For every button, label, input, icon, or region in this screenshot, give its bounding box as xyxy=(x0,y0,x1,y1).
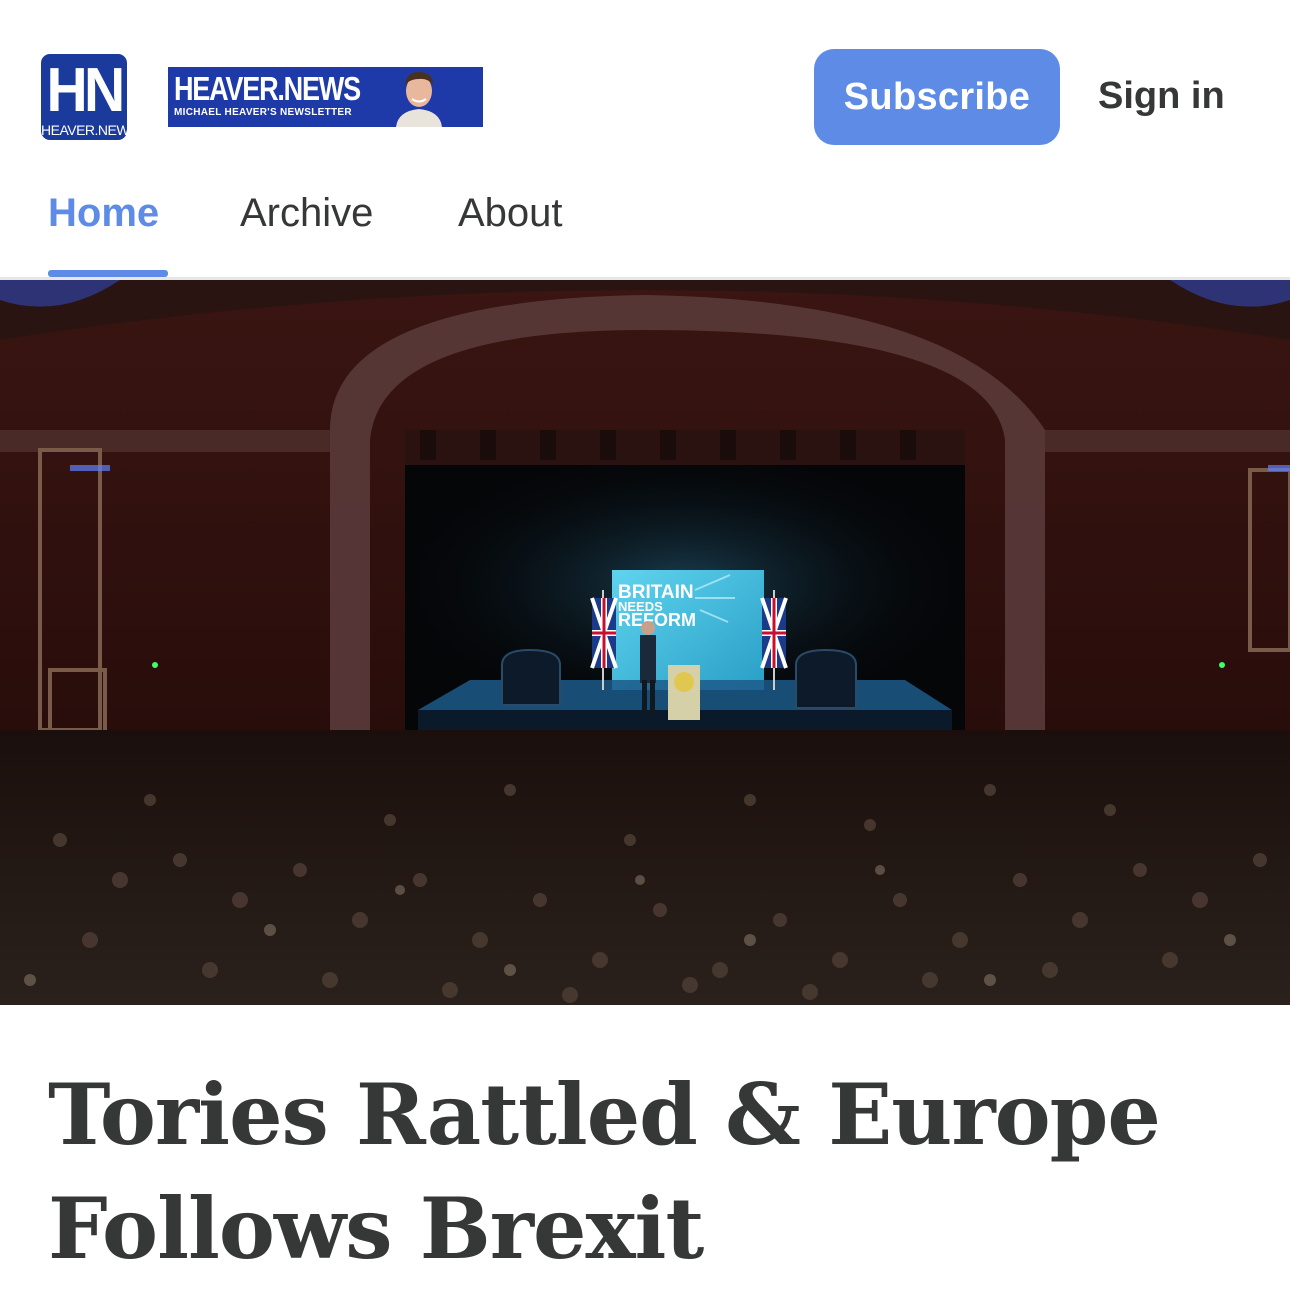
tab-about[interactable]: About xyxy=(458,187,563,239)
tab-archive[interactable]: Archive xyxy=(240,187,373,239)
logo-mark: HN xyxy=(46,56,125,125)
logo-badge: HN HEAVER.NEWS xyxy=(38,51,133,143)
wordmark-tagline: MICHAEL HEAVER'S NEWSLETTER xyxy=(174,107,352,118)
subscribe-button[interactable]: Subscribe xyxy=(814,49,1060,145)
site-header: HN HEAVER.NEWS HEAVER.NEWS MICHAEL HEAVE… xyxy=(0,0,1290,165)
article-headline[interactable]: Tories Rattled & Europe Follows Brexit xyxy=(48,1058,1248,1286)
backdrop-text-line3: REFORM xyxy=(618,610,696,630)
wordmark-title: HEAVER.NEWS xyxy=(174,70,361,107)
publication-wordmark[interactable]: HEAVER.NEWS MICHAEL HEAVER'S NEWSLETTER xyxy=(168,67,483,127)
hero-image[interactable]: BRITAIN NEEDS REFORM xyxy=(0,280,1290,1005)
publication-logo[interactable]: HN HEAVER.NEWS xyxy=(35,48,133,146)
sign-in-link[interactable]: Sign in xyxy=(1098,70,1225,122)
author-portrait-image xyxy=(390,67,448,127)
tab-home[interactable]: Home xyxy=(48,187,159,239)
theatre-stage-photo: BRITAIN NEEDS REFORM xyxy=(0,280,1290,1005)
nav-tabs: Home Archive About xyxy=(0,165,1290,280)
logo-subtext: HEAVER.NEWS xyxy=(41,122,133,138)
active-tab-indicator xyxy=(48,270,168,277)
